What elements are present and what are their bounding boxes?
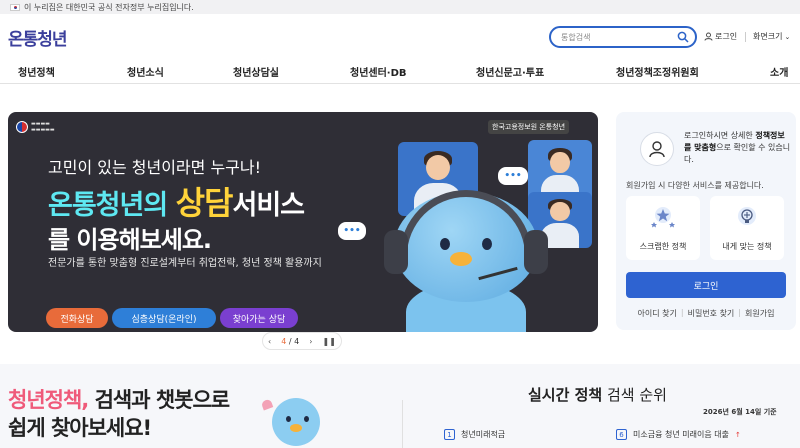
section-divider xyxy=(402,400,403,448)
hero-headline-1: 고민이 있는 청년이라면 누구나! xyxy=(48,158,262,177)
chat-bubble-icon: ••• xyxy=(338,222,366,240)
taegeuk-icon xyxy=(16,121,28,133)
signup-link[interactable]: 회원가입 xyxy=(745,308,774,319)
ranking-item[interactable]: 6 미소금융 청년 미래이음 대출 ↑ xyxy=(616,429,741,440)
search-input[interactable] xyxy=(561,32,671,42)
site-logo[interactable]: 온통청년 xyxy=(8,25,68,50)
find-password-link[interactable]: 비밀번호 찾기 xyxy=(688,308,735,319)
login-button[interactable]: 로그인 xyxy=(626,272,786,298)
account-links: 아이디 찾기 | 비밀번호 찾기 | 회원가입 xyxy=(637,308,775,319)
phone-counsel-button[interactable]: 전화상담 xyxy=(46,308,108,328)
matched-policy-button[interactable]: 내게 맞는 정책 xyxy=(710,196,784,260)
nav-item-center-db[interactable]: 청년센터·DB xyxy=(350,64,407,79)
gov-banner: 이 누리집은 대한민국 공식 전자정부 누리집입니다. xyxy=(0,0,800,14)
hero-headline-2: 온통청년의 상담서비스 xyxy=(48,184,305,222)
visit-counsel-button[interactable]: 찾아가는 상담 xyxy=(220,308,298,328)
zoom-control[interactable]: 화면크기 ⌄ xyxy=(753,31,790,42)
ranking-date: 2026년 6월 14일 기준 xyxy=(703,408,777,416)
user-icon xyxy=(704,32,713,41)
login-panel: 로그인하시면 상세한 정책정보를 맞춤형으로 확인할 수 있습니다. 회원가입 … xyxy=(616,112,796,330)
ranking-item[interactable]: 1 청년미래적금 xyxy=(444,429,505,440)
star-bookmark-icon xyxy=(651,207,675,228)
korea-flag-icon xyxy=(10,3,20,11)
hero-banner[interactable]: ▬▬▬▬ ▬▬▬▬▬ 한국고용정보원 온통청년 고민이 있는 청년이라면 누구나!… xyxy=(8,112,598,332)
chat-bubble-icon: ••• xyxy=(498,167,528,185)
gov-banner-text: 이 누리집은 대한민국 공식 전자정부 누리집입니다. xyxy=(24,2,194,12)
heart-icon xyxy=(260,398,274,411)
online-counsel-button[interactable]: 심층상담(온라인) xyxy=(112,308,216,328)
signup-benefit-text: 회원가입 시 다양한 서비스를 제공합니다. xyxy=(626,181,764,190)
nav-item-counseling[interactable]: 청년상담실 xyxy=(233,64,279,79)
avatar xyxy=(640,132,674,166)
search-chatbot-title: 청년정책, 검색과 챗봇으로 xyxy=(8,388,230,412)
nav-item-news[interactable]: 청년소식 xyxy=(127,64,164,79)
realtime-ranking-title: 실시간 정책 검색 순위 xyxy=(528,386,667,404)
login-message: 로그인하시면 상세한 정책정보를 맞춤형으로 확인할 수 있습니다. xyxy=(684,131,791,164)
hero-pager: ‹ 4 / 4 › ❚❚ xyxy=(262,332,342,350)
search-icon[interactable] xyxy=(677,31,689,43)
nav-item-petition-vote[interactable]: 청년신문고·투표 xyxy=(476,64,544,79)
pause-icon[interactable]: ❚❚ xyxy=(323,337,336,346)
main-nav: 청년정책 청년소식 청년상담실 청년센터·DB 청년신문고·투표 청년정책조정위… xyxy=(0,58,800,84)
scrapped-policy-button[interactable]: 스크랩한 정책 xyxy=(626,196,700,260)
header-divider xyxy=(745,32,746,42)
partner-logo: 한국고용정보원 온통청년 xyxy=(488,120,570,134)
nav-item-policy[interactable]: 청년정책 xyxy=(18,64,55,79)
prev-icon[interactable]: ‹ xyxy=(268,337,271,346)
rank-label: 미소금융 청년 미래이음 대출 xyxy=(633,430,729,439)
mascot-bird-small xyxy=(260,390,326,448)
search-box xyxy=(549,26,697,48)
find-id-link[interactable]: 아이디 찾기 xyxy=(638,308,677,319)
pager-count: 4 / 4 xyxy=(281,336,300,346)
user-icon xyxy=(649,141,665,158)
search-chatbot-title-2: 쉽게 찾아보세요! xyxy=(8,416,152,440)
rank-label: 청년미래적금 xyxy=(461,430,506,439)
rank-number: 6 xyxy=(616,429,627,440)
hero-subtitle: 전문가를 통한 맞춤형 진로설계부터 취업전략, 청년 정책 활용까지 xyxy=(48,258,322,269)
rank-up-icon: ↑ xyxy=(734,430,741,439)
mascot-bird-headset xyxy=(378,190,553,332)
nav-item-committee[interactable]: 청년정책조정위원회 xyxy=(616,64,699,79)
login-link[interactable]: 로그인 xyxy=(704,31,737,42)
hero-headline-3: 를 이용해보세요. xyxy=(48,226,212,254)
emblem-text: ▬▬▬▬ ▬▬▬▬▬ xyxy=(31,121,55,133)
nav-item-about[interactable]: 소개 xyxy=(770,64,788,79)
chevron-down-icon: ⌄ xyxy=(784,33,791,41)
gov-emblem: ▬▬▬▬ ▬▬▬▬▬ xyxy=(16,120,86,134)
header: 온통청년 로그인 화면크기⌄ xyxy=(0,14,800,58)
next-icon[interactable]: › xyxy=(309,337,312,346)
lightbulb-icon xyxy=(738,207,756,225)
rank-number: 1 xyxy=(444,429,455,440)
